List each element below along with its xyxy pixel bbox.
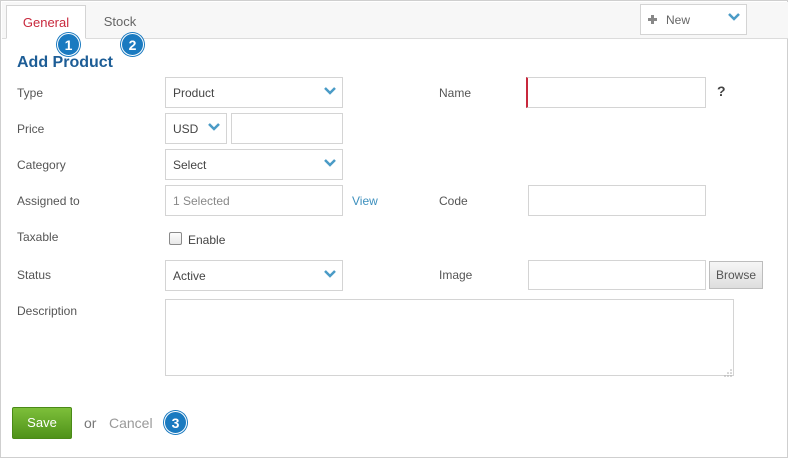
status-select-value: Active xyxy=(173,269,206,283)
taxable-checkbox[interactable] xyxy=(169,232,182,245)
add-product-window: General Stock New 1 2 Add Product Type P… xyxy=(0,0,788,458)
category-label: Category xyxy=(17,158,66,172)
plus-icon xyxy=(648,15,657,24)
chevron-down-icon xyxy=(324,87,336,95)
assigned-to-field[interactable]: 1 Selected xyxy=(165,185,343,216)
step-badge-1: 1 xyxy=(57,33,80,56)
step-badge-2: 2 xyxy=(121,33,144,56)
code-input[interactable] xyxy=(528,185,706,216)
chevron-down-icon xyxy=(208,123,220,131)
image-path-input[interactable] xyxy=(528,260,706,290)
status-label: Status xyxy=(17,268,52,282)
tab-stock[interactable]: Stock xyxy=(89,5,151,39)
chevron-down-icon xyxy=(324,270,336,278)
name-input[interactable] xyxy=(526,77,706,108)
category-select[interactable]: Select xyxy=(165,149,343,180)
type-select[interactable]: Product xyxy=(165,77,343,108)
tab-stock-label: Stock xyxy=(103,14,137,29)
step-badge-3: 3 xyxy=(164,411,187,434)
chevron-down-icon xyxy=(324,159,336,167)
page-title: Add Product xyxy=(17,54,113,71)
tab-general-label: General xyxy=(22,15,70,30)
type-select-value: Product xyxy=(173,86,215,100)
chevron-down-icon xyxy=(728,13,740,21)
currency-select-value: USD xyxy=(173,122,199,136)
save-button[interactable]: Save xyxy=(12,407,72,439)
help-icon[interactable]: ? xyxy=(717,83,726,99)
price-label: Price xyxy=(17,122,45,136)
taxable-label: Taxable xyxy=(17,230,59,244)
assigned-to-label: Assigned to xyxy=(17,194,80,208)
taxable-checkbox-label[interactable]: Enable xyxy=(188,233,225,247)
or-separator: or xyxy=(84,415,97,431)
new-button-label: New xyxy=(666,12,691,27)
currency-select[interactable]: USD xyxy=(165,113,227,144)
browse-button[interactable]: Browse xyxy=(709,261,763,289)
code-label: Code xyxy=(439,194,468,208)
category-select-value: Select xyxy=(173,158,207,172)
price-input[interactable] xyxy=(231,113,343,144)
view-assigned-link[interactable]: View xyxy=(352,194,378,208)
cancel-link[interactable]: Cancel xyxy=(109,415,153,431)
image-label: Image xyxy=(439,268,473,282)
new-dropdown-button[interactable]: New xyxy=(640,4,747,35)
type-label: Type xyxy=(17,86,44,100)
description-textarea[interactable] xyxy=(165,299,734,376)
description-label: Description xyxy=(17,304,78,318)
assigned-to-value: 1 Selected xyxy=(173,194,230,208)
name-label: Name xyxy=(439,86,472,100)
status-select[interactable]: Active xyxy=(165,260,343,291)
resize-grip-icon[interactable] xyxy=(724,366,732,377)
